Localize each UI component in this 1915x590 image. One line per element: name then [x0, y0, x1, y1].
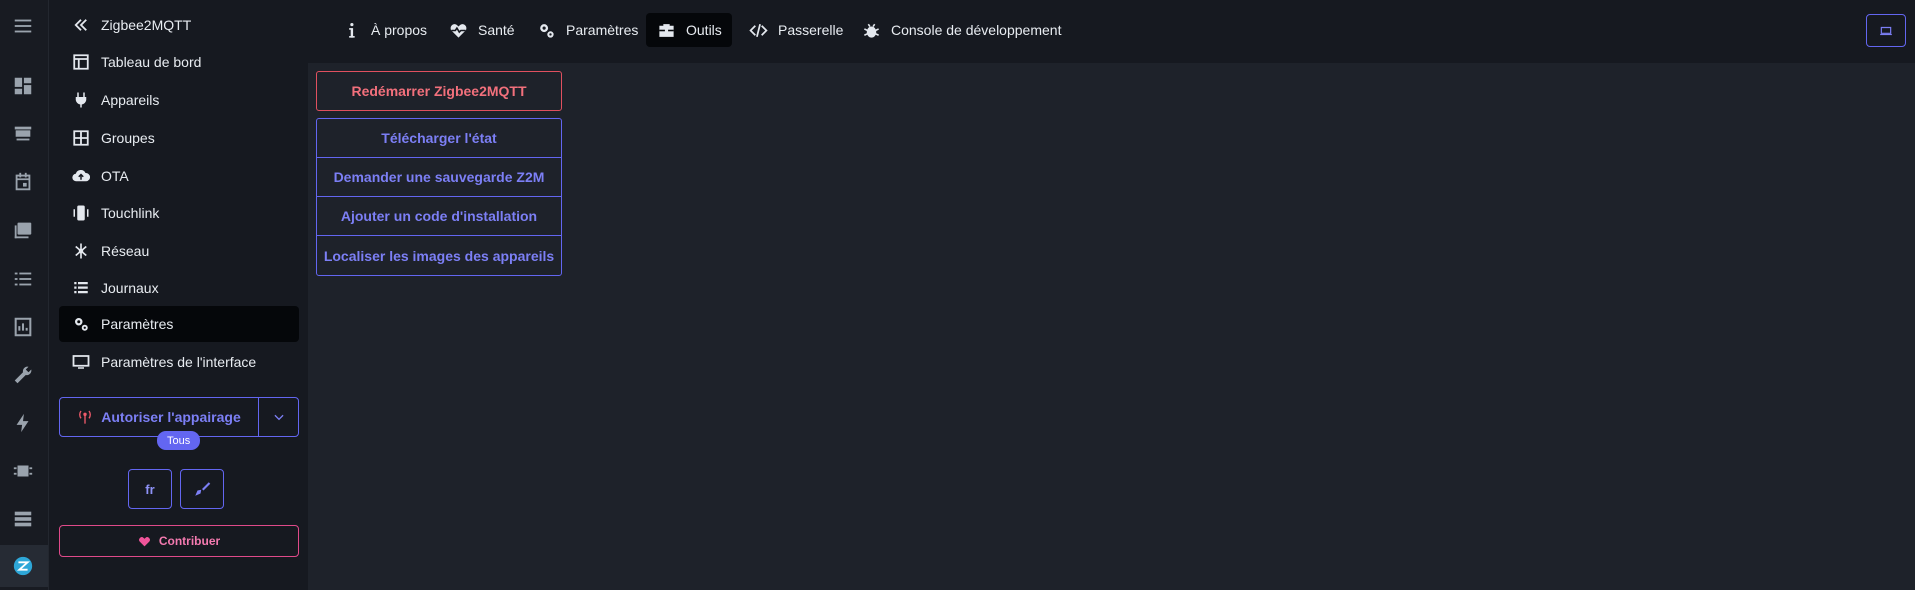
- network-icon: [71, 241, 91, 261]
- tab-bridge[interactable]: Passerelle: [738, 13, 853, 47]
- window-icon: [1880, 26, 1892, 35]
- sidebar-item-touchlink[interactable]: Touchlink: [59, 195, 299, 231]
- grid-icon: [71, 128, 91, 148]
- tab-health[interactable]: Santé: [438, 13, 525, 47]
- sidebar: Zigbee2MQTT Tableau de bord Appareils Gr…: [49, 0, 308, 590]
- contribute-button[interactable]: Contribuer: [59, 525, 299, 557]
- sidebar-item-dashboard[interactable]: Tableau de bord: [59, 44, 299, 80]
- heartbeat-icon: [448, 20, 468, 40]
- sidebar-item-ota[interactable]: OTA: [59, 158, 299, 194]
- double-chevron-left-icon: [71, 15, 91, 35]
- dashboard-icon: [71, 52, 91, 72]
- theme-button[interactable]: [180, 469, 224, 509]
- list-icon[interactable]: [11, 267, 35, 291]
- sidebar-item-label: Appareils: [101, 92, 160, 108]
- request-backup-button[interactable]: Demander une sauvegarde Z2M: [317, 158, 561, 197]
- sidebar-item-label: Groupes: [101, 130, 155, 146]
- add-install-code-button[interactable]: Ajouter un code d'installation: [317, 197, 561, 236]
- menu-icon[interactable]: [11, 14, 35, 38]
- sidebar-item-devices[interactable]: Appareils: [59, 82, 299, 118]
- sidebar-item-label: Paramètres: [101, 316, 174, 332]
- tab-dev-console[interactable]: Console de développement: [851, 13, 1071, 47]
- tab-label: Paramètres: [566, 22, 639, 38]
- expand-button[interactable]: [1866, 14, 1906, 47]
- history-chart-icon[interactable]: [11, 315, 35, 339]
- sidebar-item-label: Réseau: [101, 243, 150, 259]
- plug-icon: [71, 90, 91, 110]
- language-button[interactable]: fr: [128, 469, 172, 509]
- antenna-icon: [79, 410, 92, 424]
- permit-join-dropdown[interactable]: [259, 398, 298, 436]
- app-title: Zigbee2MQTT: [101, 17, 192, 33]
- zigbee2mqtt-icon[interactable]: [11, 554, 35, 578]
- cogs-icon: [536, 20, 556, 40]
- contribute-label: Contribuer: [158, 534, 221, 548]
- server-icon[interactable]: [11, 507, 35, 531]
- heart-icon: [138, 536, 150, 546]
- sidebar-item-network[interactable]: Réseau: [59, 233, 299, 269]
- chevron-down-icon: [273, 414, 284, 421]
- tab-settings[interactable]: Paramètres: [526, 13, 648, 47]
- info-icon: [341, 20, 361, 40]
- tab-about[interactable]: À propos: [331, 13, 437, 47]
- top-tabs: À propos Santé Paramètres Outils Passere…: [308, 0, 1915, 63]
- cogs-icon: [71, 314, 91, 334]
- sidebar-item-settings[interactable]: Paramètres: [59, 306, 299, 342]
- restart-button[interactable]: Redémarrer Zigbee2MQTT: [316, 71, 562, 111]
- download-state-button[interactable]: Télécharger l'état: [317, 119, 561, 158]
- sidebar-item-logs[interactable]: Journaux: [59, 270, 299, 306]
- tab-label: Console de développement: [891, 22, 1062, 38]
- tab-tools[interactable]: Outils: [646, 13, 732, 47]
- list-icon: [71, 278, 91, 298]
- tab-label: Outils: [686, 22, 722, 38]
- monitor-icon: [71, 352, 91, 372]
- sidebar-item-label: Tableau de bord: [101, 54, 202, 70]
- wrench-icon[interactable]: [11, 363, 35, 387]
- paintbrush-icon: [195, 482, 211, 496]
- energy-icon[interactable]: [11, 411, 35, 435]
- permit-join-button[interactable]: Autoriser l'appairage: [60, 398, 259, 436]
- chip-icon[interactable]: [11, 459, 35, 483]
- cloud-upload-icon: [71, 166, 91, 186]
- permit-join-label: Autoriser l'appairage: [101, 409, 241, 425]
- back-button[interactable]: Zigbee2MQTT: [59, 7, 299, 43]
- sidebar-item-groups[interactable]: Groupes: [59, 120, 299, 156]
- bug-icon: [861, 20, 881, 40]
- tab-label: Santé: [478, 22, 515, 38]
- sidebar-item-label: Touchlink: [101, 205, 160, 221]
- localize-device-images-button[interactable]: Localiser les images des appareils: [317, 236, 561, 275]
- sidebar-item-label: Paramètres de l'interface: [101, 354, 257, 370]
- sidebar-item-label: OTA: [101, 168, 129, 184]
- touchlink-icon: [71, 203, 91, 223]
- tools-button-group: Télécharger l'état Demander une sauvegar…: [316, 118, 562, 276]
- overview-icon[interactable]: [11, 74, 35, 98]
- media-icon[interactable]: [11, 218, 35, 242]
- sidebar-item-label: Journaux: [101, 280, 159, 296]
- calendar-icon[interactable]: [11, 170, 35, 194]
- tab-label: À propos: [371, 22, 428, 38]
- app-rail: [0, 0, 49, 590]
- store-icon[interactable]: [11, 122, 35, 146]
- code-icon: [748, 20, 768, 40]
- sidebar-item-ui-settings[interactable]: Paramètres de l'interface: [59, 344, 299, 380]
- toolbox-icon: [656, 20, 676, 40]
- tab-label: Passerelle: [778, 22, 844, 38]
- permit-join-target-badge: Tous: [157, 431, 201, 450]
